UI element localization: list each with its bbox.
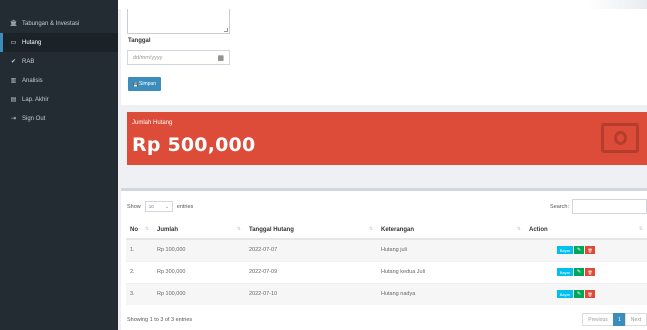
cell-keterangan: Hutang juli [377,238,525,261]
column-label: No [130,226,138,233]
column-label: Jumlah [157,226,179,233]
pay-button[interactable]: Bayar [557,268,573,276]
cell-tanggal: 2022-07-10 [245,282,377,305]
sidebar-item-label: Lap. Akhir [22,96,49,103]
chevron-down-icon: ⌄ [164,203,169,209]
cell-jumlah: Rp 300,000 [153,260,245,283]
search-label: Search: [550,203,569,210]
table-header-row: No ⇅ Jumlah ⇅ Tanggal Hutang ⇅ Keterangan ⇅ … [126,221,647,240]
save-button[interactable]: 💾 Simpan [128,77,161,91]
trash-icon[interactable]: 🗑 [585,290,595,299]
sidebar-item-tabungan[interactable]: 🏛 Tabungan & Investasi [0,14,118,33]
keterangan-textarea[interactable] [127,9,230,34]
floppy-icon: 💾 [133,81,139,87]
column-label: Keterangan [381,226,415,233]
edit-icon[interactable]: ✎ [574,290,584,299]
sidebar-item-rab[interactable]: ✔ RAB [0,52,118,71]
hutang-table-card: Show 10 ⌄ entries Search: No ⇅ Jumlah ⇅ Ta… [121,188,647,330]
cell-tanggal: 2022-07-07 [245,238,377,261]
sidebar-item-hutang[interactable]: ▭ Hutang [0,33,118,52]
previous-page-button[interactable]: Previous [582,313,614,326]
entries-label: entries [176,203,194,210]
date-placeholder: dd/mm/yyyy [133,54,163,61]
bank-icon: 🏛 [9,21,18,27]
next-page-button[interactable]: Next [625,313,647,326]
sidebar-item-analisis[interactable]: ▥ Analisis [0,71,118,90]
calendar-icon[interactable]: ▦ [217,54,224,62]
pay-button[interactable]: Bayar [557,246,573,255]
entries-select-value: 10 [148,204,154,209]
sidebar-item-sign-out[interactable]: ⇥ Sign Out [0,109,118,128]
cell-keterangan: Hutang kedua Juli [377,260,525,283]
cell-action: Bayar ✎ 🗑 [525,260,647,283]
cell-no: 3. [126,282,153,305]
top-navbar [118,0,647,9]
table-info: Showing 1 to 3 of 3 entries [127,317,193,323]
cell-no: 2. [126,260,153,283]
sidebar-item-label: Tabungan & Investasi [22,20,80,27]
check-icon: ✔ [10,59,17,65]
report-icon: ▤ [10,97,17,103]
sort-icon: ⇅ [236,226,241,232]
column-label: Action [529,226,548,233]
sidebar: 🏛 Tabungan & Investasi ▭ Hutang ✔ RAB ▥ … [0,0,118,330]
hutang-form: Tanggal dd/mm/yyyy ▦ 💾 Simpan [121,9,647,105]
sort-icon: ⇅ [368,226,373,232]
money-icon [601,123,639,153]
sign-out-icon: ⇥ [10,116,17,122]
resize-grip-icon[interactable] [224,28,228,32]
edit-icon[interactable]: ✎ [574,246,584,255]
row-actions: Bayar ✎ 🗑 [529,268,647,276]
row-actions: Bayar ✎ 🗑 [529,290,647,299]
total-debt-label: Jumlah Hutang [132,120,173,126]
bar-chart-icon: ▥ [10,78,17,84]
edit-icon[interactable]: ✎ [574,268,584,276]
cell-jumlah: Rp 100,000 [153,238,245,261]
trash-icon[interactable]: 🗑 [585,246,595,255]
column-header-no[interactable]: No ⇅ [126,221,153,240]
total-debt-box: Jumlah Hutang Rp 500,000 [127,112,647,165]
sidebar-item-label: Analisis [22,77,43,84]
tanggal-label: Tanggal [128,38,151,44]
table-search: Search: [550,199,647,214]
debt-card-icon: ▭ [10,40,17,46]
sidebar-item-label: Hutang [22,39,42,46]
search-input[interactable] [572,199,647,214]
pagination: Previous 1 Next [582,313,647,326]
navbar-fade [587,0,647,9]
cell-tanggal: 2022-07-09 [245,260,377,283]
cell-no: 1. [126,238,153,261]
cell-action: Bayar ✎ 🗑 [525,282,647,305]
column-header-tanggal[interactable]: Tanggal Hutang ⇅ [245,221,377,240]
sidebar-item-label: Sign Out [22,115,46,122]
money-coin-shape [614,131,627,145]
sort-asc-icon: ⇅ [144,226,149,232]
pay-button[interactable]: Bayar [557,290,573,299]
column-header-jumlah[interactable]: Jumlah ⇅ [153,221,245,240]
save-button-label: Simpan [139,81,156,87]
column-header-action[interactable]: Action ⇅ [525,221,647,240]
hutang-table: No ⇅ Jumlah ⇅ Tanggal Hutang ⇅ Keterangan ⇅ … [126,221,647,305]
table-row: 3. Rp 100,000 2022-07-10 Hutang nadya Ba… [126,282,647,305]
entries-select[interactable]: 10 ⌄ [144,201,173,212]
row-actions: Bayar ✎ 🗑 [529,246,647,255]
tanggal-date-input[interactable]: dd/mm/yyyy ▦ [127,50,230,65]
sidebar-item-label: RAB [22,58,35,65]
cell-action: Bayar ✎ 🗑 [525,238,647,261]
table-row: 2. Rp 300,000 2022-07-09 Hutang kedua Ju… [126,260,647,283]
column-label: Tanggal Hutang [249,226,294,233]
total-debt-value: Rp 500,000 [132,134,256,156]
entries-length-control: Show 10 ⌄ entries [127,201,193,212]
trash-icon[interactable]: 🗑 [585,268,595,276]
show-label: Show [127,203,141,210]
table-row: 1. Rp 100,000 2022-07-07 Hutang juli Bay… [126,238,647,261]
cell-jumlah: Rp 100,000 [153,282,245,305]
column-header-keterangan[interactable]: Keterangan ⇅ [377,221,525,240]
sort-icon: ⇅ [516,226,521,232]
sort-icon: ⇅ [638,226,643,232]
sidebar-item-lap-akhir[interactable]: ▤ Lap. Akhir [0,90,118,109]
cell-keterangan: Hutang nadya [377,282,525,305]
